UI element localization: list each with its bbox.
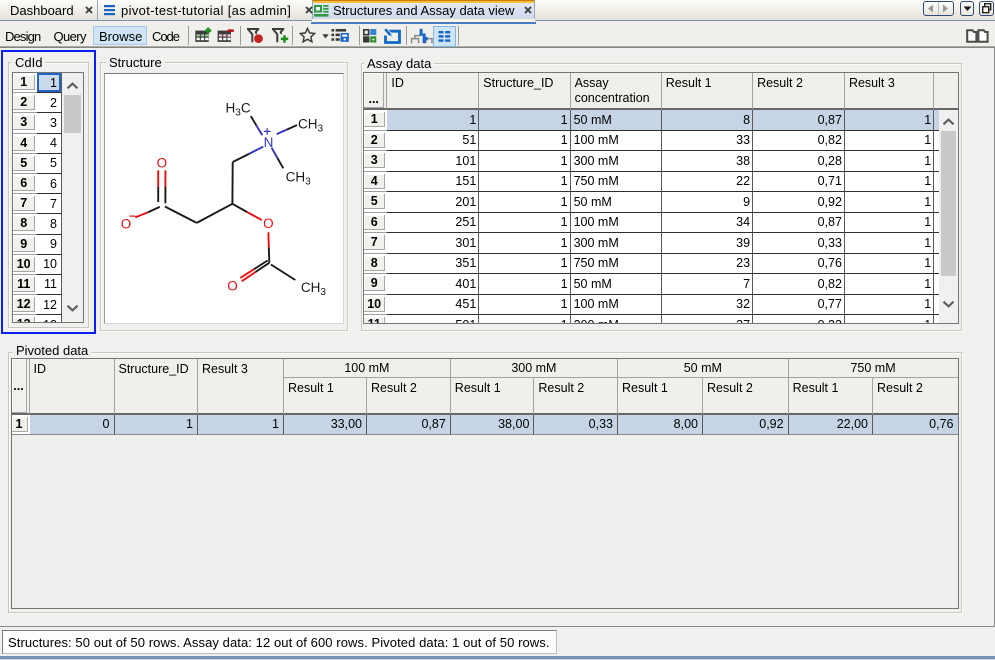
- svg-text:H3C: H3C: [226, 100, 251, 118]
- svg-text:O: O: [227, 278, 238, 293]
- svg-text:N: N: [264, 134, 274, 149]
- svg-text:O: O: [263, 215, 274, 230]
- svg-text:CH3: CH3: [298, 116, 324, 134]
- svg-text:O: O: [157, 155, 168, 170]
- svg-text:CH3: CH3: [286, 169, 312, 187]
- svg-text:O: O: [121, 216, 132, 231]
- svg-text:CH3: CH3: [301, 280, 327, 298]
